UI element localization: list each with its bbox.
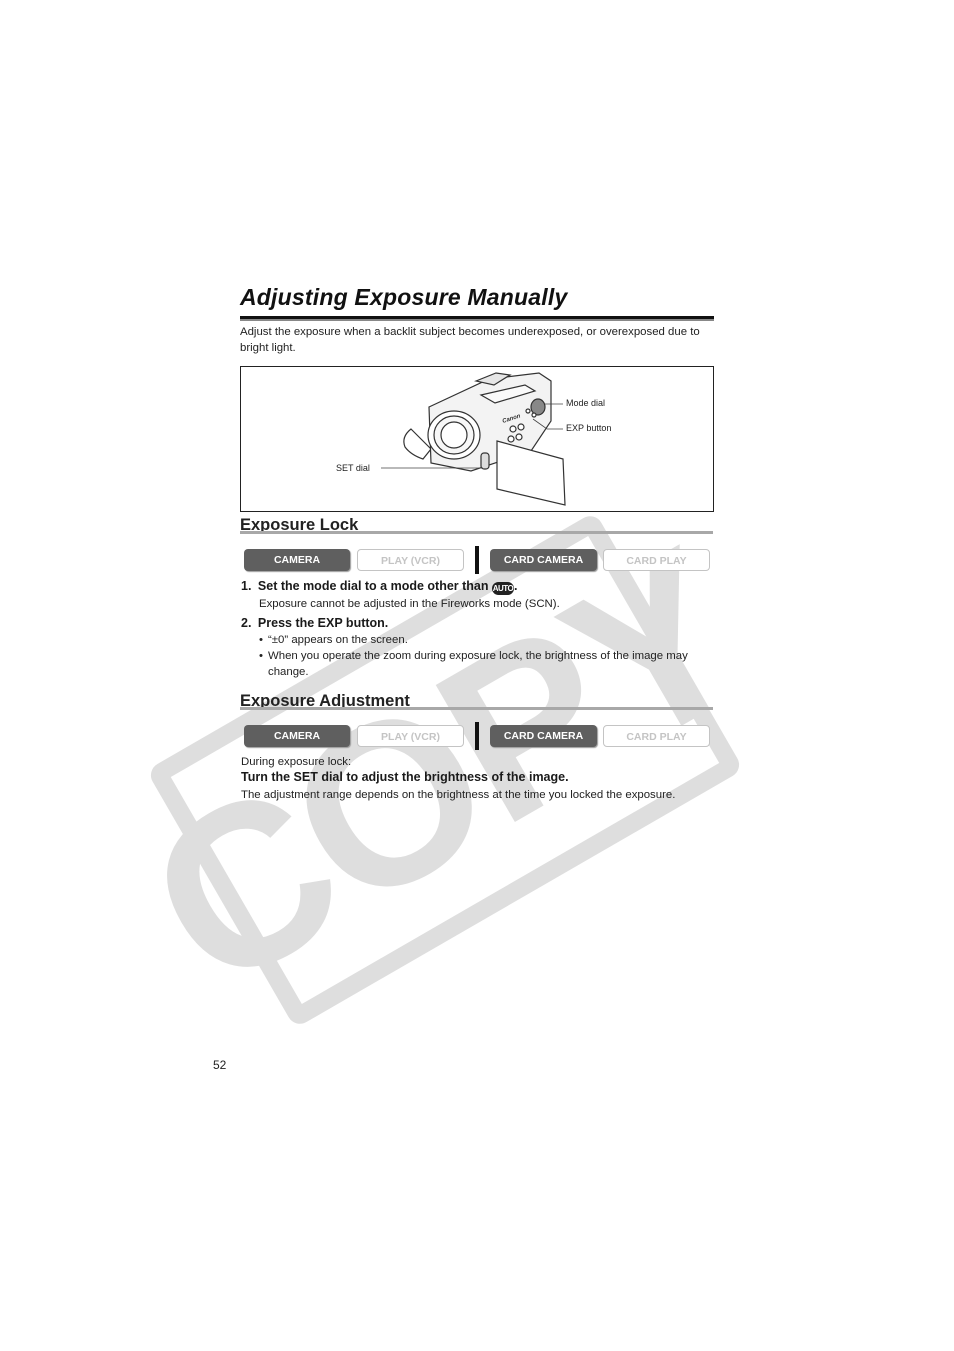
bullet-text: When you operate the zoom during exposur…: [268, 650, 688, 678]
bullet-item: •: [259, 650, 263, 662]
callout-mode-dial: Mode dial: [566, 398, 606, 408]
step-number: 2.: [241, 616, 252, 630]
mode-badge-camera: CAMERA: [244, 725, 350, 747]
mode-badge-card-play: CARD PLAY: [603, 725, 710, 747]
instruction-note: The adjustment range depends on the brig…: [241, 789, 676, 801]
mode-badge-play-vcr: PLAY (VCR): [357, 725, 464, 747]
instruction: Turn the SET dial to adjust the brightne…: [241, 770, 569, 784]
page-title: Adjusting Exposure Manually: [240, 284, 568, 310]
camcorder-illustration: Canon: [381, 372, 566, 506]
step-text: Press the EXP button.: [257, 616, 389, 630]
section-rule: [240, 531, 713, 534]
mode-separator: [475, 546, 479, 574]
mode-badge-card-play: CARD PLAY: [603, 549, 710, 571]
section-rule: [240, 707, 713, 710]
step-number: 1.: [241, 579, 252, 593]
bullet-text: “±0” appears on the screen.: [268, 634, 408, 646]
step-text: Set the mode dial to a mode other than: [257, 579, 489, 593]
mode-badge-card-camera: CARD CAMERA: [490, 725, 597, 747]
step-suffix: .: [514, 579, 518, 593]
mode-badge-camera: CAMERA: [244, 549, 350, 571]
callout-exp-button: EXP button: [566, 423, 612, 433]
camcorder-figure: Canon Mode dial EXP button SET dial: [240, 366, 714, 512]
title-rule: [240, 316, 714, 321]
mode-badge-card-camera: CARD CAMERA: [490, 549, 597, 571]
pre-instruction: During exposure lock:: [241, 756, 352, 768]
step-1-note: Exposure cannot be adjusted in the Firew…: [259, 598, 560, 610]
bullet-item: •: [259, 634, 263, 646]
step-1: 1. Set the mode dial to a mode other tha…: [241, 579, 517, 595]
mode-badge-play-vcr: PLAY (VCR): [357, 549, 464, 571]
mode-separator: [475, 722, 479, 750]
step-2: 2. Press the EXP button.: [241, 616, 388, 630]
page-number: 52: [213, 1058, 227, 1072]
callout-set-dial: SET dial: [336, 463, 370, 473]
auto-mode-icon: AUTO: [492, 582, 514, 595]
intro-text: Adjust the exposure when a backlit subje…: [240, 326, 700, 354]
